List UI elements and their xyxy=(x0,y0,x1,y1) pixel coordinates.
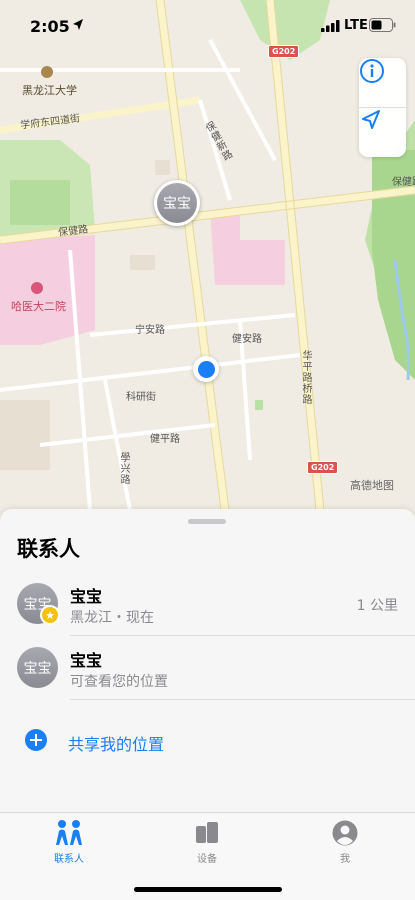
tab-people-label: 联系人 xyxy=(54,854,84,865)
tab-bar: 联系人 设备 我 xyxy=(0,812,415,900)
school-poi-icon xyxy=(41,66,53,78)
status-bar: 2:05 LTE xyxy=(0,0,415,50)
map-label-pingxin-road: 华平路桥路 xyxy=(300,350,311,405)
devices-icon xyxy=(196,822,218,843)
map-label-xuexing-road: 學兴路 xyxy=(118,452,129,485)
home-indicator[interactable] xyxy=(134,887,282,892)
cellular-signal-icon xyxy=(321,20,340,32)
tab-devices-label: 设备 xyxy=(197,854,217,865)
friend-location-pin[interactable]: 宝宝 xyxy=(154,180,200,226)
hospital-poi-icon xyxy=(31,282,43,294)
map-info-button[interactable] xyxy=(359,58,406,107)
person-row[interactable]: 宝宝 ★ 宝宝 黑龙江・现在 1 公里 xyxy=(0,572,415,636)
map-locate-button[interactable] xyxy=(359,108,406,157)
share-my-location-button[interactable]: 共享我的位置 xyxy=(0,719,415,759)
person-distance: 1 公里 xyxy=(356,598,398,614)
row-divider xyxy=(70,699,415,700)
battery-icon xyxy=(369,18,396,32)
people-sheet: 联系人 宝宝 ★ 宝宝 黑龙江・现在 1 公里 宝宝 宝宝 可查看您的位置 共享… xyxy=(0,509,415,812)
friend-pin-avatar: 宝宝 xyxy=(157,183,197,223)
map-label-ningan-road: 宁安路 xyxy=(135,325,165,336)
person-icon xyxy=(332,820,358,846)
info-icon xyxy=(360,59,384,83)
map-label-hospital: 哈医大二院 xyxy=(11,300,66,313)
map-label-heilongjiang-university: 黑龙江大学 xyxy=(22,84,77,97)
map-label-jianping-road: 健平路 xyxy=(150,434,180,445)
location-arrow-icon xyxy=(362,110,380,129)
map-label-baojian-road-right: 保健路 xyxy=(392,177,415,188)
sheet-title: 联系人 xyxy=(17,537,80,561)
plus-icon xyxy=(25,729,47,751)
person-name: 宝宝 xyxy=(70,651,103,670)
person-row[interactable]: 宝宝 宝宝 可查看您的位置 xyxy=(0,636,415,700)
avatar: 宝宝 xyxy=(17,647,58,688)
map-attribution: 高德地图 xyxy=(350,479,394,492)
network-type: LTE xyxy=(344,18,368,33)
people-icon xyxy=(56,820,82,845)
tab-me-label: 我 xyxy=(340,854,350,865)
person-status: 可查看您的位置 xyxy=(70,674,168,690)
tab-people[interactable]: 联系人 xyxy=(19,813,119,868)
tab-devices[interactable]: 设备 xyxy=(157,813,257,868)
highway-badge: G202 xyxy=(307,461,339,474)
person-status: 黑龙江・现在 xyxy=(70,610,154,626)
map-view[interactable]: 黑龙江大学 学府东四道街 保健路 保健路 哈医大二院 宁安路 健安路 科研街 健… xyxy=(0,0,415,560)
status-time: 2:05 xyxy=(30,17,70,36)
tab-me[interactable]: 我 xyxy=(295,813,395,868)
map-controls xyxy=(359,58,406,157)
share-my-location-label: 共享我的位置 xyxy=(68,735,165,754)
map-label-keyan-street: 科研街 xyxy=(126,392,156,403)
sheet-grabber[interactable] xyxy=(188,519,226,524)
favorite-star-icon: ★ xyxy=(40,605,60,625)
person-name: 宝宝 xyxy=(70,587,103,606)
my-location-dot[interactable] xyxy=(193,356,219,382)
map-label-jianan-road: 健安路 xyxy=(232,334,262,345)
find-my-screen: 黑龙江大学 学府东四道街 保健路 保健路 哈医大二院 宁安路 健安路 科研街 健… xyxy=(0,0,415,900)
location-services-icon xyxy=(73,19,83,30)
